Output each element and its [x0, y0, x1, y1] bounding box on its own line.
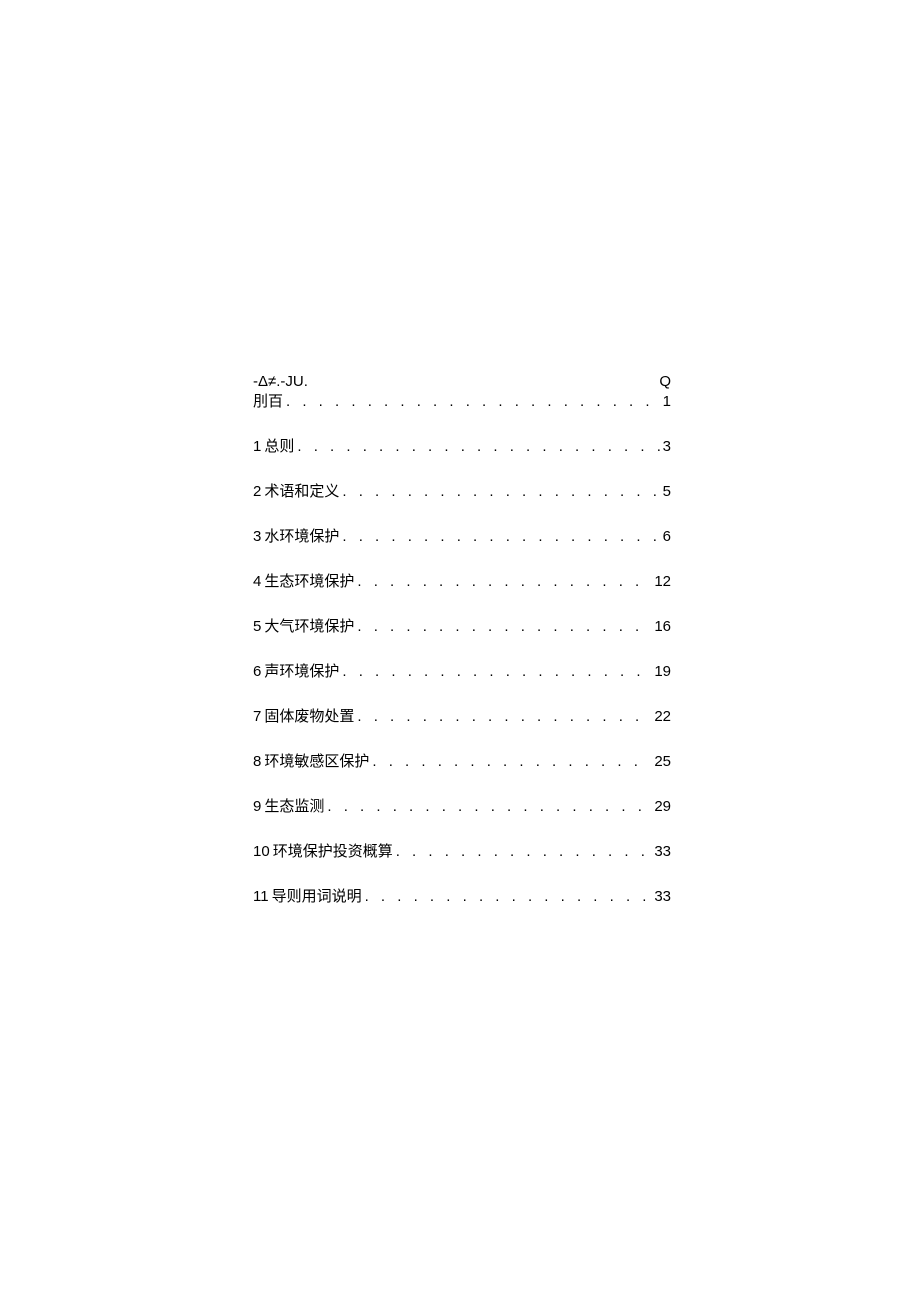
toc-label: 11导则用词说明	[253, 887, 362, 907]
toc-page-num: 3	[663, 437, 671, 457]
toc-dots: . . . . . . . . . . . . . . . . . . . . …	[286, 392, 660, 412]
toc-entry: 1总则 . . . . . . . . . . . . . . . . . . …	[253, 437, 671, 457]
toc-page-num: 12	[654, 572, 671, 592]
toc-page-num: 19	[654, 662, 671, 682]
toc-label: 10环境保护投资概算	[253, 842, 393, 862]
header-symbols: -Δ≠.-JU. Q	[253, 372, 671, 392]
toc-page-num: 16	[654, 617, 671, 637]
toc-page-num: 6	[663, 527, 671, 547]
toc-page-num: 5	[663, 482, 671, 502]
toc-entry: 9生态监测 . . . . . . . . . . . . . . . . . …	[253, 797, 671, 817]
toc-dots: . . . . . . . . . . . . . . . . . . . . …	[342, 482, 659, 502]
toc-label: 1总则	[253, 437, 294, 457]
toc-entry: 4生态环境保护 . . . . . . . . . . . . . . . . …	[253, 572, 671, 592]
toc-entry: 10环境保护投资概算 . . . . . . . . . . . . . . .…	[253, 842, 671, 862]
toc-page-num: 33	[654, 887, 671, 907]
toc-dots: . . . . . . . . . . . . . . . . . . . . …	[342, 527, 659, 547]
toc-label: 2术语和定义	[253, 482, 339, 502]
toc-dots: . . . . . . . . . . . . . . . . . . . . …	[357, 707, 651, 727]
toc-page-num: 33	[654, 842, 671, 862]
toc-page-num: 29	[654, 797, 671, 817]
toc-entry: 3水环境保护 . . . . . . . . . . . . . . . . .…	[253, 527, 671, 547]
toc-page-num: 22	[654, 707, 671, 727]
toc-page-num: 1	[663, 392, 671, 412]
toc-label: 8环境敏感区保护	[253, 752, 369, 772]
toc-dots: . . . . . . . . . . . . . . . . . . . . …	[297, 437, 659, 457]
toc-dots: . . . . . . . . . . . . . . . . . . . . …	[365, 887, 652, 907]
toc-entry: 6声环境保护 . . . . . . . . . . . . . . . . .…	[253, 662, 671, 682]
header-left: -Δ≠.-JU.	[253, 372, 308, 392]
toc-label: 5大气环境保护	[253, 617, 354, 637]
toc-entry: 7固体废物处置 . . . . . . . . . . . . . . . . …	[253, 707, 671, 727]
toc-dots: . . . . . . . . . . . . . . . . . . . . …	[357, 572, 651, 592]
toc-dots: . . . . . . . . . . . . . . . . . . . . …	[372, 752, 651, 772]
toc-entry: 刖百 . . . . . . . . . . . . . . . . . . .…	[253, 392, 671, 412]
toc-dots: . . . . . . . . . . . . . . . . . . . . …	[396, 842, 652, 862]
header-right: Q	[659, 372, 671, 392]
toc-label: 3水环境保护	[253, 527, 339, 547]
toc-dots: . . . . . . . . . . . . . . . . . . . . …	[357, 617, 651, 637]
toc-dots: . . . . . . . . . . . . . . . . . . . . …	[327, 797, 651, 817]
toc-label: 6声环境保护	[253, 662, 339, 682]
toc-entry: 5大气环境保护 . . . . . . . . . . . . . . . . …	[253, 617, 671, 637]
toc-label: 刖百	[253, 392, 283, 412]
toc-label: 4生态环境保护	[253, 572, 354, 592]
toc-page: -Δ≠.-JU. Q 刖百 . . . . . . . . . . . . . …	[253, 372, 671, 907]
toc-dots: . . . . . . . . . . . . . . . . . . . . …	[342, 662, 651, 682]
toc-page-num: 25	[654, 752, 671, 772]
toc-entry: 2术语和定义 . . . . . . . . . . . . . . . . .…	[253, 482, 671, 502]
toc-entry: 11导则用词说明 . . . . . . . . . . . . . . . .…	[253, 887, 671, 907]
toc-entry: 8环境敏感区保护 . . . . . . . . . . . . . . . .…	[253, 752, 671, 772]
toc-label: 7固体废物处置	[253, 707, 354, 727]
toc-label: 9生态监测	[253, 797, 324, 817]
